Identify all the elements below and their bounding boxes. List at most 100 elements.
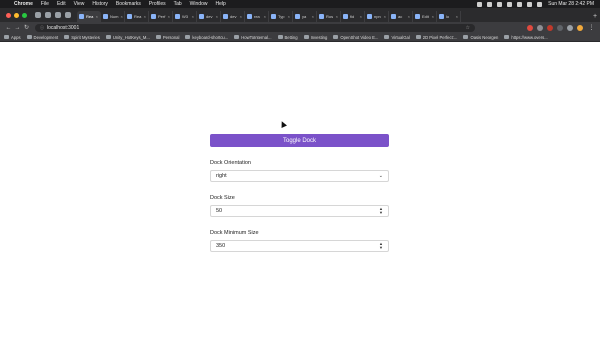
pinned-tab-icon[interactable] <box>55 12 61 18</box>
search-icon[interactable] <box>527 1 533 7</box>
number-stepper[interactable]: ▲ ▼ <box>379 207 383 215</box>
menu-view[interactable]: View <box>70 0 89 8</box>
extension-icon[interactable] <box>547 24 553 31</box>
tab-favicon-icon <box>439 14 444 19</box>
status-icon[interactable] <box>487 1 493 7</box>
tab-close-icon[interactable]: × <box>288 14 290 19</box>
bookmark-item[interactable]: VirtualGal <box>384 35 410 40</box>
browser-tab[interactable]: ac × <box>389 11 413 22</box>
toggle-dock-button[interactable]: Toggle Dock <box>210 134 389 147</box>
tab-close-icon[interactable]: × <box>192 14 194 19</box>
dock-size-input[interactable]: 50 ▲ ▼ <box>210 205 389 217</box>
browser-tab[interactable]: lo × <box>437 11 461 22</box>
browser-tab[interactable]: W3 × <box>173 11 197 22</box>
extensions-puzzle-icon[interactable] <box>567 24 573 31</box>
back-icon[interactable]: ← <box>4 25 13 31</box>
forward-icon[interactable]: → <box>13 25 22 31</box>
menu-profiles[interactable]: Profiles <box>145 0 170 8</box>
bookmark-item[interactable]: Personal <box>155 35 179 40</box>
tab-close-icon[interactable]: × <box>360 14 362 19</box>
pinned-tab-icon[interactable] <box>65 12 71 18</box>
menu-file[interactable]: File <box>37 0 53 8</box>
number-stepper[interactable]: ▲ ▼ <box>379 242 383 250</box>
tab-close-icon[interactable]: × <box>96 14 98 19</box>
bookmark-item[interactable]: Investing <box>303 35 327 40</box>
dock-orientation-select[interactable]: right ⌄ <box>210 170 389 182</box>
tab-close-icon[interactable]: × <box>408 14 410 19</box>
control-center-icon[interactable] <box>537 1 543 7</box>
info-icon[interactable]: ⓘ <box>40 25 44 31</box>
tab-close-icon[interactable]: × <box>216 14 218 19</box>
bookmark-item[interactable]: OpenShot Video E... <box>333 35 378 40</box>
status-icon[interactable] <box>507 1 513 7</box>
browser-tab[interactable]: dev × <box>221 11 245 22</box>
menu-tab[interactable]: Tab <box>170 0 186 8</box>
browser-tab[interactable]: dev × <box>197 11 221 22</box>
tab-close-icon[interactable]: × <box>168 14 170 19</box>
extension-icon[interactable] <box>537 24 543 31</box>
bookmark-item[interactable]: 2D Pixel Perfect:... <box>415 35 457 40</box>
menubar-clock[interactable]: Sun Mar 28 2:42 PM <box>548 0 594 8</box>
tab-close-icon[interactable]: × <box>312 14 314 19</box>
tab-close-icon[interactable]: × <box>144 14 146 19</box>
stepper-down-icon[interactable]: ▼ <box>379 246 383 250</box>
tab-close-icon[interactable]: × <box>456 14 458 19</box>
close-window-icon[interactable] <box>6 12 11 18</box>
bookmark-item[interactable]: Oasis Neorgen <box>463 35 498 40</box>
bookmark-item[interactable]: keyboard-shortcu... <box>185 35 228 40</box>
bookmark-item[interactable]: Betting <box>277 35 298 40</box>
menu-edit[interactable]: Edit <box>53 0 70 8</box>
minimize-window-icon[interactable] <box>14 12 19 18</box>
folder-icon <box>155 35 161 39</box>
stepper-down-icon[interactable]: ▼ <box>379 211 383 215</box>
browser-tab[interactable]: Rea × <box>77 11 101 22</box>
status-icon[interactable] <box>497 1 503 7</box>
zoom-window-icon[interactable] <box>22 12 27 18</box>
tab-close-icon[interactable]: × <box>384 14 386 19</box>
address-url[interactable]: localhost:3001 <box>47 25 79 31</box>
menu-chrome[interactable]: Chrome <box>10 0 37 8</box>
browser-tab[interactable]: Rea × <box>125 11 149 22</box>
address-bar[interactable]: ⓘ localhost:3001 ☆ <box>35 23 475 32</box>
bookmark-item[interactable]: HowToInternal... <box>234 35 272 40</box>
extension-icon[interactable] <box>527 24 533 31</box>
tab-close-icon[interactable]: × <box>264 14 266 19</box>
browser-tab[interactable]: Num × <box>101 11 125 22</box>
new-tab-button[interactable]: + <box>590 11 600 22</box>
dock-min-size-input[interactable]: 350 ▲ ▼ <box>210 240 389 252</box>
omnibox-actions: ☆ <box>466 25 470 31</box>
bookmark-item[interactable]: Unity_HotKeys_M... <box>105 35 150 40</box>
browser-tab[interactable]: Typ × <box>269 11 293 22</box>
menu-history[interactable]: History <box>88 0 112 8</box>
bookmark-item[interactable]: https://www.overs... <box>504 35 548 40</box>
tab-close-icon[interactable]: × <box>336 14 338 19</box>
dock-min-size-value: 350 <box>216 243 226 249</box>
menu-bookmarks[interactable]: Bookmarks <box>112 0 145 8</box>
browser-tab[interactable]: ya × <box>293 11 317 22</box>
tab-title: Num <box>110 14 119 19</box>
menu-window[interactable]: Window <box>186 0 212 8</box>
browser-tab[interactable]: Perf × <box>149 11 173 22</box>
browser-tab[interactable]: Ros × <box>317 11 341 22</box>
menu-help[interactable]: Help <box>211 0 229 8</box>
bookmark-item[interactable]: Apps <box>4 35 21 40</box>
bookmark-item[interactable]: Development <box>26 35 58 40</box>
profile-avatar[interactable] <box>577 24 583 31</box>
reload-icon[interactable]: ↻ <box>22 24 31 31</box>
more-menu-icon[interactable]: ⋮ <box>587 24 596 31</box>
browser-tab[interactable]: npn × <box>365 11 389 22</box>
tab-close-icon[interactable]: × <box>240 14 242 19</box>
tab-close-icon[interactable]: × <box>432 14 434 19</box>
pinned-tab-icon[interactable] <box>45 12 51 18</box>
pinned-tab-icon[interactable] <box>35 12 41 18</box>
extension-icon[interactable] <box>557 24 563 31</box>
wifi-icon[interactable] <box>517 1 523 7</box>
status-icon[interactable] <box>477 1 483 7</box>
tab-close-icon[interactable]: × <box>120 14 122 19</box>
browser-tab[interactable]: Edit × <box>413 11 437 22</box>
bookmark-item[interactable]: Spirit Mysteries <box>64 35 100 40</box>
bookmark-star-icon[interactable]: ☆ <box>466 25 470 31</box>
browser-tab[interactable]: rea × <box>245 11 269 22</box>
apps-grid-icon <box>4 35 9 39</box>
browser-tab[interactable]: fid × <box>341 11 365 22</box>
